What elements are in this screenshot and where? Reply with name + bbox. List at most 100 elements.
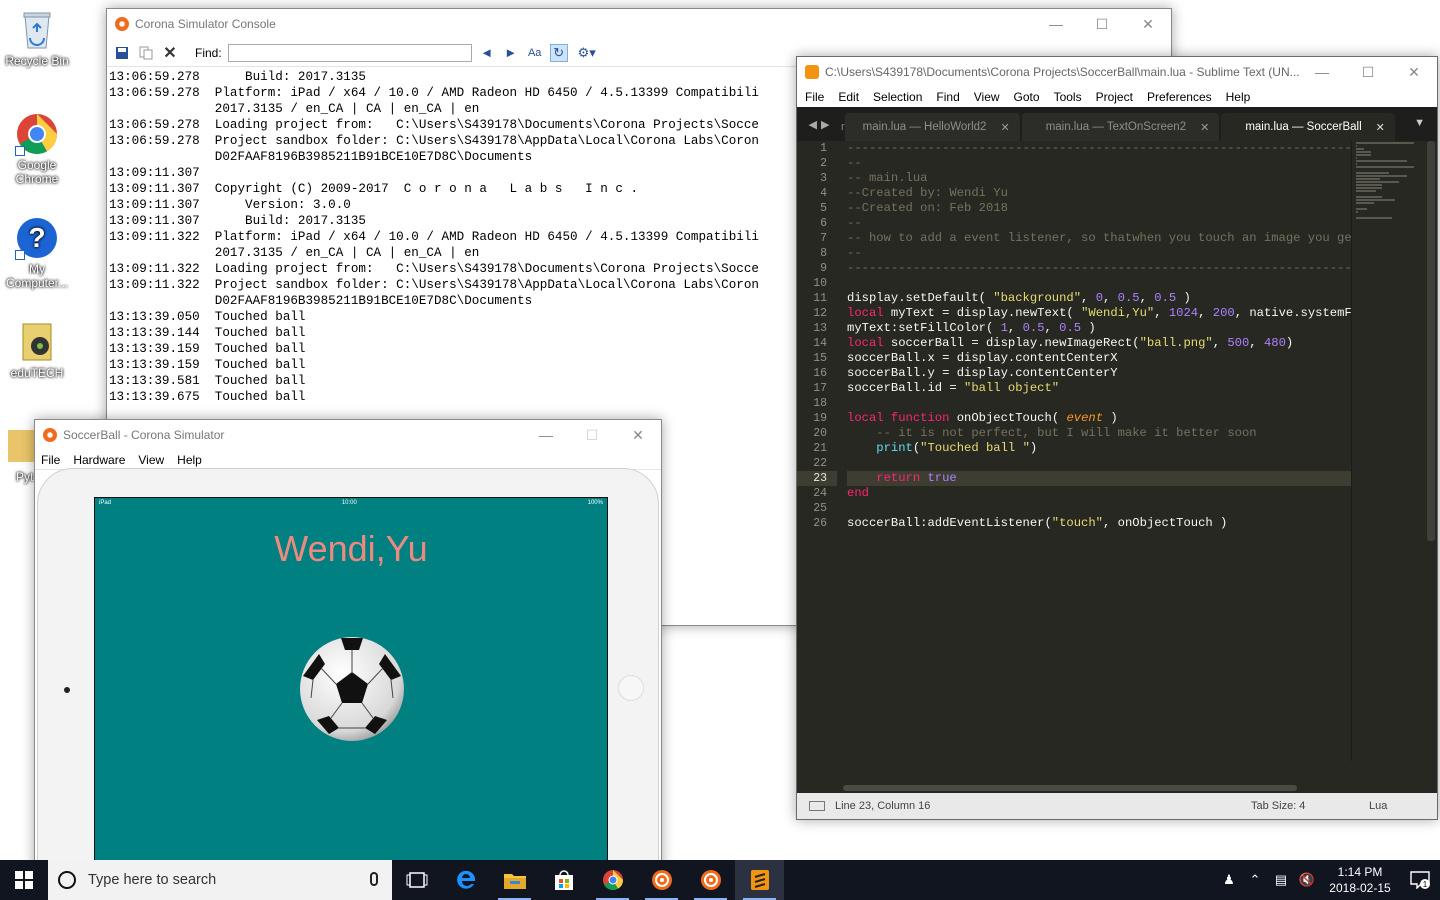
clear-icon[interactable]: ✕ (161, 44, 179, 62)
soccer-ball-image[interactable] (299, 636, 405, 745)
close-button[interactable]: ✕ (1125, 9, 1171, 39)
close-tab-icon[interactable]: ✕ (1200, 121, 1209, 134)
maximize-button[interactable]: ☐ (1345, 57, 1391, 87)
menu-find[interactable]: Find (936, 90, 959, 104)
menu-goto[interactable]: Goto (1014, 90, 1040, 104)
horizontal-scrollbar[interactable] (843, 785, 1297, 791)
sublime-titlebar[interactable]: C:\Users\S439178\Documents\Corona Projec… (797, 57, 1437, 87)
menu-help[interactable]: Help (1226, 90, 1251, 104)
find-input[interactable] (227, 43, 472, 62)
tab-textonscreen2[interactable]: main.lua — TextOnScreen2 ✕ (1021, 113, 1220, 141)
chevron-right-icon[interactable]: ▶ (821, 118, 829, 131)
find-next-icon[interactable]: ► (502, 44, 520, 62)
code-line[interactable]: --Created by: Wendi Yu (847, 186, 1351, 201)
code-line[interactable]: -- main.lua (847, 171, 1351, 186)
task-view-button[interactable] (392, 860, 441, 900)
taskbar-file-explorer[interactable] (490, 860, 539, 900)
desktop-icon-chrome[interactable]: Google Chrome (0, 112, 74, 186)
close-button[interactable]: ✕ (615, 420, 661, 450)
menu-view[interactable]: View (138, 453, 171, 467)
tab-size[interactable]: Tab Size: 4 (1251, 800, 1369, 812)
menu-view[interactable]: View (974, 90, 1000, 104)
code-editor[interactable]: 1 2 3 4 5 6 7 8 9 10 11 12 13 14 15 16 17 18 19 20 21 22 23 24 2… (797, 141, 1437, 793)
syntax-mode[interactable]: Lua (1369, 800, 1387, 812)
taskbar-store[interactable] (539, 860, 588, 900)
vertical-scrollbar[interactable] (1427, 141, 1435, 541)
match-case-icon[interactable]: Aa (526, 44, 544, 62)
desktop-icon-edutech[interactable]: eduTECH (0, 320, 74, 380)
copy-icon[interactable] (137, 44, 155, 62)
code-line[interactable]: local soccerBall = display.newImageRect(… (847, 336, 1351, 351)
close-tab-icon[interactable]: ✕ (1376, 121, 1385, 134)
menu-project[interactable]: Project (1096, 90, 1133, 104)
minimize-button[interactable]: — (1299, 57, 1345, 87)
code-line[interactable]: end (847, 486, 1351, 501)
desktop-icon-recycle-bin[interactable]: Recycle Bin (0, 8, 74, 68)
code-line[interactable]: myText:setFillColor( 1, 0.5, 0.5 ) (847, 321, 1351, 336)
find-previous-icon[interactable]: ◄ (478, 44, 496, 62)
code-line[interactable]: ----------------------------------------… (847, 261, 1351, 276)
microphone-icon[interactable] (370, 872, 378, 886)
taskbar-chrome[interactable] (588, 860, 637, 900)
code-line[interactable]: soccerBall.id = "ball object" (847, 381, 1351, 396)
code-line[interactable]: --Created on: Feb 2018 (847, 201, 1351, 216)
menu-file[interactable]: File (805, 90, 824, 104)
code-line[interactable]: display.setDefault( "background", 0, 0.5… (847, 291, 1351, 306)
code-line[interactable]: local myText = display.newText( "Wendi,Y… (847, 306, 1351, 321)
desktop-icon-my-computer[interactable]: ? My Computer... (0, 216, 74, 290)
code-line[interactable]: soccerBall:addEventListener("touch", onO… (847, 516, 1351, 531)
network-icon[interactable]: ▤ (1268, 872, 1294, 888)
taskbar-clock[interactable]: 1:14 PM 2018-02-15 (1320, 864, 1400, 896)
taskbar-edge[interactable] (441, 860, 490, 900)
device-screen[interactable]: iPad 10:00 100% Wendi,Yu (94, 497, 608, 868)
code-line[interactable]: ----------------------------------------… (847, 141, 1351, 156)
taskbar-search[interactable]: Type here to search (48, 860, 392, 900)
volume-muted-icon[interactable]: 🔇 (1294, 872, 1320, 888)
tab-menu-icon[interactable]: ▼ (1414, 117, 1425, 129)
code-line[interactable]: -- how to add a event listener, so thatw… (847, 231, 1351, 246)
taskbar-corona-console[interactable] (686, 860, 735, 900)
code-line[interactable] (847, 501, 1351, 516)
menu-hardware[interactable]: Hardware (73, 453, 132, 467)
people-icon[interactable]: ♟ (1216, 872, 1242, 888)
tab-helloworld2[interactable]: main.lua — HelloWorld2 ✕ (844, 113, 1020, 141)
tab-navigation[interactable]: ◀ ▶ (797, 107, 841, 141)
code-line[interactable]: soccerBall.x = display.contentCenterX (847, 351, 1351, 366)
menu-help[interactable]: Help (177, 453, 209, 467)
minimize-button[interactable]: — (523, 420, 569, 450)
menu-edit[interactable]: Edit (838, 90, 859, 104)
code-line[interactable]: -- it is not perfect, but I will make it… (847, 426, 1351, 441)
console-titlebar[interactable]: Corona Simulator Console — ☐ ✕ (107, 9, 1171, 39)
code-line[interactable]: -- (847, 216, 1351, 231)
close-tab-icon[interactable]: ✕ (1000, 121, 1009, 134)
code-line[interactable]: print("Touched ball ") (847, 441, 1351, 456)
desktop-icon-python[interactable]: Pyt (0, 424, 34, 484)
code-line[interactable] (847, 456, 1351, 471)
taskbar-sublime-text[interactable] (735, 860, 784, 900)
panel-toggle-icon[interactable] (809, 801, 825, 811)
maximize-button[interactable]: ☐ (1079, 9, 1125, 39)
wrap-around-icon[interactable]: ↻ (549, 43, 568, 62)
menu-selection[interactable]: Selection (873, 90, 922, 104)
tab-soccerball[interactable]: main.lua — SoccerBall ✕ (1221, 113, 1395, 141)
code-line[interactable] (847, 396, 1351, 411)
minimize-button[interactable]: — (1033, 9, 1079, 39)
minimap[interactable] (1351, 141, 1423, 761)
code-line[interactable]: return true (847, 471, 1351, 486)
code-line[interactable]: -- (847, 156, 1351, 171)
menu-file[interactable]: File (41, 453, 67, 467)
code-area[interactable]: ----------------------------------------… (847, 141, 1351, 531)
chevron-left-icon[interactable]: ◀ (809, 118, 817, 131)
code-line[interactable]: local function onObjectTouch( event ) (847, 411, 1351, 426)
code-line[interactable]: -- (847, 246, 1351, 261)
home-button[interactable] (618, 675, 644, 701)
code-line[interactable] (847, 276, 1351, 291)
settings-icon[interactable]: ⚙▾ (574, 44, 600, 62)
taskbar-corona-simulator[interactable] (637, 860, 686, 900)
close-button[interactable]: ✕ (1391, 57, 1437, 87)
save-icon[interactable] (113, 44, 131, 62)
start-button[interactable] (0, 860, 48, 900)
code-line[interactable]: soccerBall.y = display.contentCenterY (847, 366, 1351, 381)
menu-preferences[interactable]: Preferences (1147, 90, 1212, 104)
menu-tools[interactable]: Tools (1054, 90, 1082, 104)
